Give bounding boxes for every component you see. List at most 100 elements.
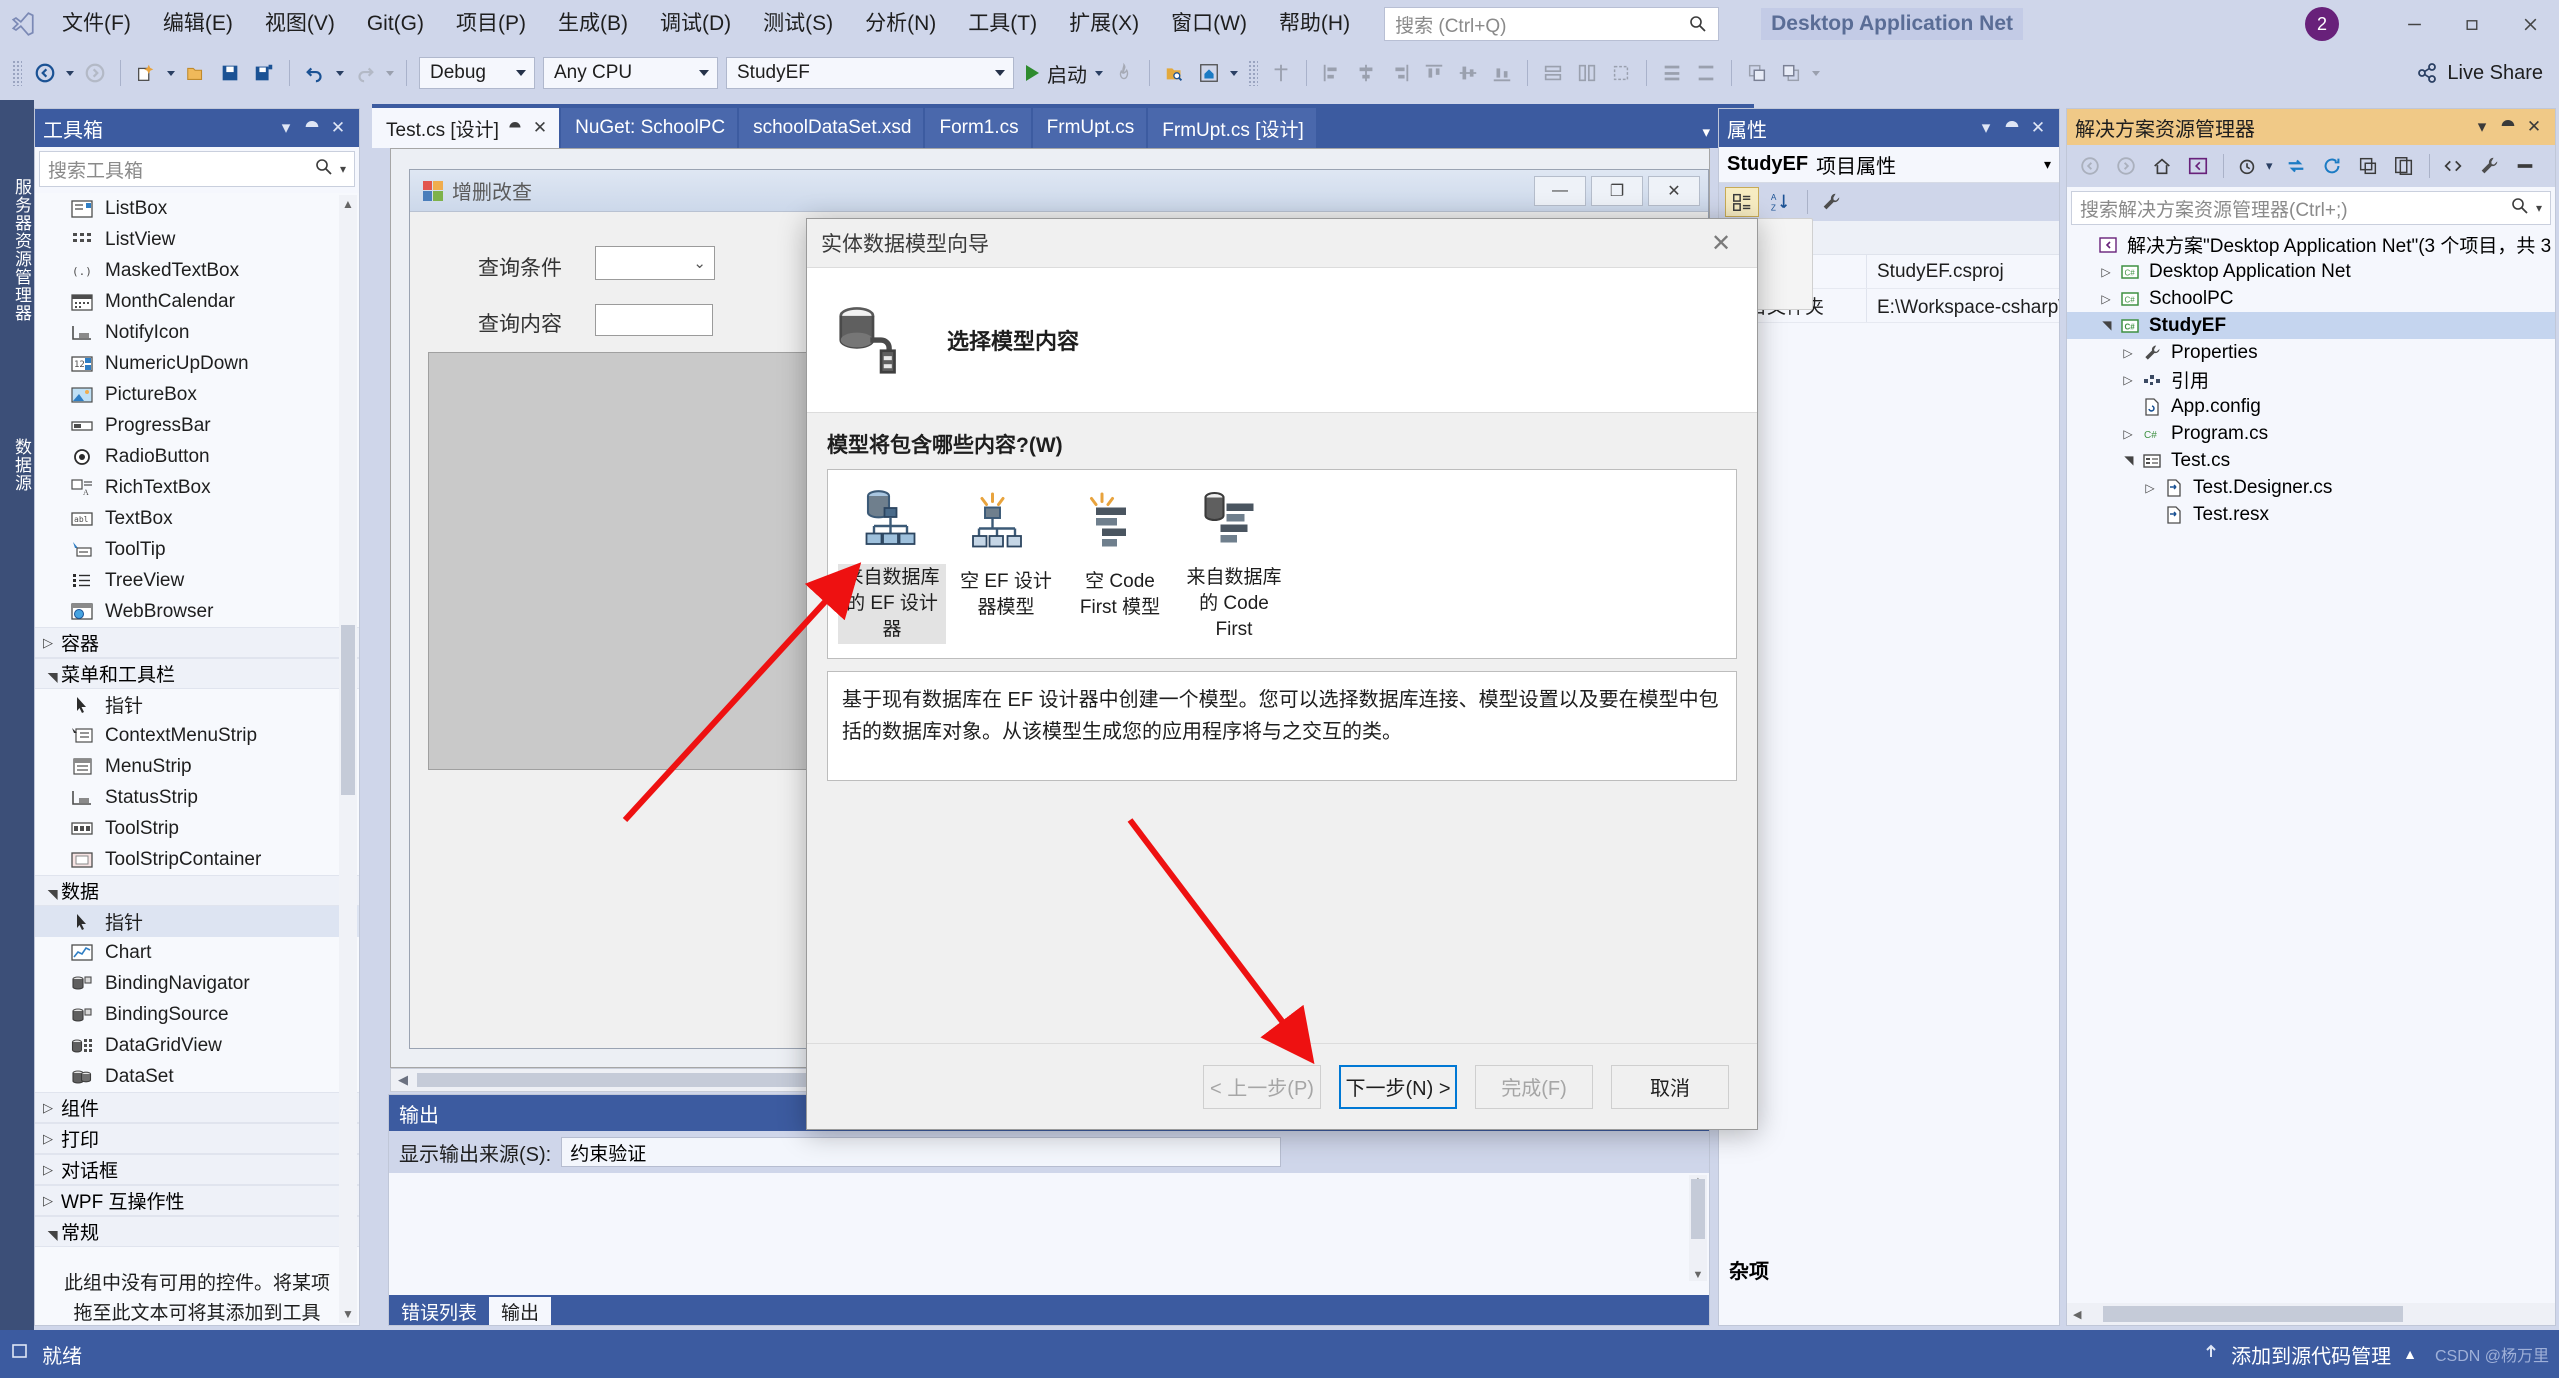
toolbox-search-dropdown-icon[interactable]: ▾: [340, 162, 346, 176]
solution-explorer-hscrollbar[interactable]: ◀: [2067, 1303, 2555, 1325]
tab-close-icon[interactable]: ✕: [533, 118, 547, 138]
menu-analyze[interactable]: 分析(N): [849, 0, 952, 48]
categorized-view-icon[interactable]: [1725, 187, 1759, 217]
properties-grid[interactable]: 杂项项目文件StudyEF.csproj项目文件夹E:\Workspace-cs…: [1719, 221, 2059, 1325]
toolbox-item-maskedtextbox[interactable]: (.). MaskedTextBox: [35, 255, 359, 286]
startup-project-combo[interactable]: StudyEF: [726, 57, 1014, 89]
toolbox-item-toolstrip[interactable]: ToolStrip: [35, 813, 359, 844]
toolbox-item-bindingsource[interactable]: BindingSource: [35, 999, 359, 1030]
dialog-close-icon[interactable]: ✕: [1699, 223, 1743, 263]
toolbox-item-progressbar[interactable]: ProgressBar: [35, 410, 359, 441]
view-code-icon[interactable]: [2436, 150, 2470, 182]
toolbox-group-22[interactable]: ◢ 数据: [35, 875, 359, 906]
solution-search-dropdown-icon[interactable]: ▾: [2536, 201, 2542, 215]
menu-help[interactable]: 帮助(H): [1263, 0, 1366, 48]
scroll-left-icon[interactable]: ◀: [2067, 1308, 2081, 1321]
menu-extensions[interactable]: 扩展(X): [1053, 0, 1155, 48]
nav-back-icon[interactable]: [2073, 150, 2107, 182]
toolbox-group-29[interactable]: ▷ 组件: [35, 1092, 359, 1123]
tree-node-program.cs[interactable]: ▷ C# Program.cs: [2067, 420, 2555, 447]
new-project-icon[interactable]: [129, 55, 163, 91]
solution-hscroll-thumb[interactable]: [2103, 1306, 2404, 1322]
chevron-expanded-icon[interactable]: ◢: [2121, 450, 2135, 472]
scroll-left-icon[interactable]: ◀: [391, 1072, 415, 1088]
sync-icon[interactable]: [2279, 150, 2313, 182]
cancel-button[interactable]: 取消: [1611, 1064, 1729, 1109]
template-empty-ef-designer-model[interactable]: 空 EF 设计器模型: [952, 484, 1060, 644]
menu-git[interactable]: Git(G): [351, 0, 440, 48]
menu-debug[interactable]: 调试(D): [644, 0, 747, 48]
output-text-area[interactable]: [389, 1173, 1709, 1297]
template-code-first-from-database[interactable]: 来自数据库的 Code First: [1180, 484, 1288, 644]
undo-icon[interactable]: [298, 55, 332, 91]
menu-view[interactable]: 视图(V): [249, 0, 351, 48]
properties-object-selector[interactable]: StudyEF 项目属性 ▾: [1719, 147, 2059, 183]
chevron-collapsed-icon[interactable]: ▷: [2095, 265, 2117, 279]
toolbox-group-33[interactable]: ◢ 常规: [35, 1216, 359, 1247]
winform-minimize-button[interactable]: —: [1534, 175, 1586, 206]
winform-close-button[interactable]: ✕: [1648, 175, 1700, 206]
toolbox-item-listbox[interactable]: ListBox: [35, 193, 359, 224]
scroll-down-icon[interactable]: ▼: [1689, 1269, 1707, 1281]
tree-node-properties[interactable]: ▷ Properties: [2067, 339, 2555, 366]
menu-file[interactable]: 文件(F): [46, 0, 147, 48]
solution-configuration-combo[interactable]: Debug: [419, 57, 535, 89]
properties-close-icon[interactable]: ✕: [2025, 115, 2051, 141]
home-window-dropdown[interactable]: [1226, 55, 1242, 91]
finish-button[interactable]: 完成(F): [1475, 1064, 1593, 1109]
toolbar-grip[interactable]: [12, 60, 22, 86]
chevron-down-icon[interactable]: ▾: [2044, 156, 2051, 173]
tree-node-test.cs[interactable]: ◢ Test.cs: [2067, 447, 2555, 474]
toolbox-group-30[interactable]: ▷ 打印: [35, 1123, 359, 1154]
toolbox-close-icon[interactable]: ✕: [325, 115, 351, 141]
show-all-files-icon[interactable]: [2387, 150, 2421, 182]
toolbox-item-menustrip[interactable]: MenuStrip: [35, 751, 359, 782]
toolbox-item-picturebox[interactable]: PictureBox: [35, 379, 359, 410]
tab-error-list[interactable]: 错误列表: [389, 1297, 489, 1325]
property-value[interactable]: E:\Workspace-csharp\桌: [1867, 289, 2059, 322]
tab-list-dropdown-icon[interactable]: ▾: [1702, 123, 1710, 141]
toolbox-item-textbox[interactable]: abl TextBox: [35, 503, 359, 534]
properties-wrench-icon[interactable]: [2472, 150, 2506, 182]
scroll-down-icon[interactable]: ▼: [339, 1307, 357, 1321]
tree-node-schoolpc[interactable]: ▷ C# SchoolPC: [2067, 285, 2555, 312]
minimize-button[interactable]: [2385, 0, 2443, 48]
toolbox-item-toolstripcontainer[interactable]: ToolStripContainer: [35, 844, 359, 875]
preview-selected-items-icon[interactable]: [2508, 150, 2542, 182]
tab-form1-cs[interactable]: Form1.cs: [925, 108, 1031, 148]
nav-forward-icon[interactable]: [2109, 150, 2143, 182]
new-project-dropdown[interactable]: [163, 55, 179, 91]
global-search-input[interactable]: 搜索 (Ctrl+Q): [1384, 7, 1720, 41]
add-to-source-control-label[interactable]: 添加到源代码管理: [2231, 1340, 2391, 1369]
tab-frmupt-cs[interactable]: FrmUpt.cs: [1032, 108, 1147, 148]
output-source-combo[interactable]: 约束验证: [561, 1137, 1282, 1167]
layout-toolbar-grip[interactable]: [1248, 60, 1258, 86]
toolbox-group-31[interactable]: ▷ 对话框: [35, 1154, 359, 1185]
toolbox-item--[interactable]: 指针: [35, 689, 359, 720]
toolbox-item-numericupdown[interactable]: 12 NumericUpDown: [35, 348, 359, 379]
toolbox-item--[interactable]: 指针: [35, 906, 359, 937]
tab-nuget-schoolpc[interactable]: NuGet: SchoolPC: [561, 108, 738, 148]
toolbox-item-listview[interactable]: ListView: [35, 224, 359, 255]
solution-platform-combo[interactable]: Any CPU: [543, 57, 718, 89]
toolbox-scrollbar[interactable]: ▲ ▼: [339, 195, 357, 1323]
toolbox-item-webbrowser[interactable]: WebBrowser: [35, 596, 359, 627]
home-icon[interactable]: [2145, 150, 2179, 182]
properties-pin-icon[interactable]: ⯊: [1999, 115, 2025, 141]
home-window-icon[interactable]: [1192, 55, 1226, 91]
dock-tab-data-sources[interactable]: 数据源: [0, 400, 34, 530]
navigate-back-dropdown[interactable]: [62, 55, 78, 91]
toolbar-overflow-button[interactable]: [1808, 55, 1824, 91]
tree-node-test.designer.cs[interactable]: ▷ Test.Designer.cs: [2067, 474, 2555, 501]
solution-explorer-menu-chevron-down-icon[interactable]: ▾: [2469, 114, 2495, 140]
input-query-content[interactable]: [595, 304, 713, 336]
chevron-collapsed-icon[interactable]: ▷: [2139, 481, 2161, 495]
close-button[interactable]: [2501, 0, 2559, 48]
chevron-collapsed-icon[interactable]: ▷: [2117, 427, 2139, 441]
save-icon[interactable]: [213, 55, 247, 91]
tab-test-cs-design[interactable]: Test.cs [设计] ⯊ ✕: [372, 108, 560, 148]
search-folder-icon[interactable]: [1158, 55, 1192, 91]
menu-tools[interactable]: 工具(T): [952, 0, 1053, 48]
tree-node-desktop-application-net[interactable]: ▷ C# Desktop Application Net: [2067, 258, 2555, 285]
toolbox-group-15[interactable]: ◢ 菜单和工具栏: [35, 658, 359, 689]
